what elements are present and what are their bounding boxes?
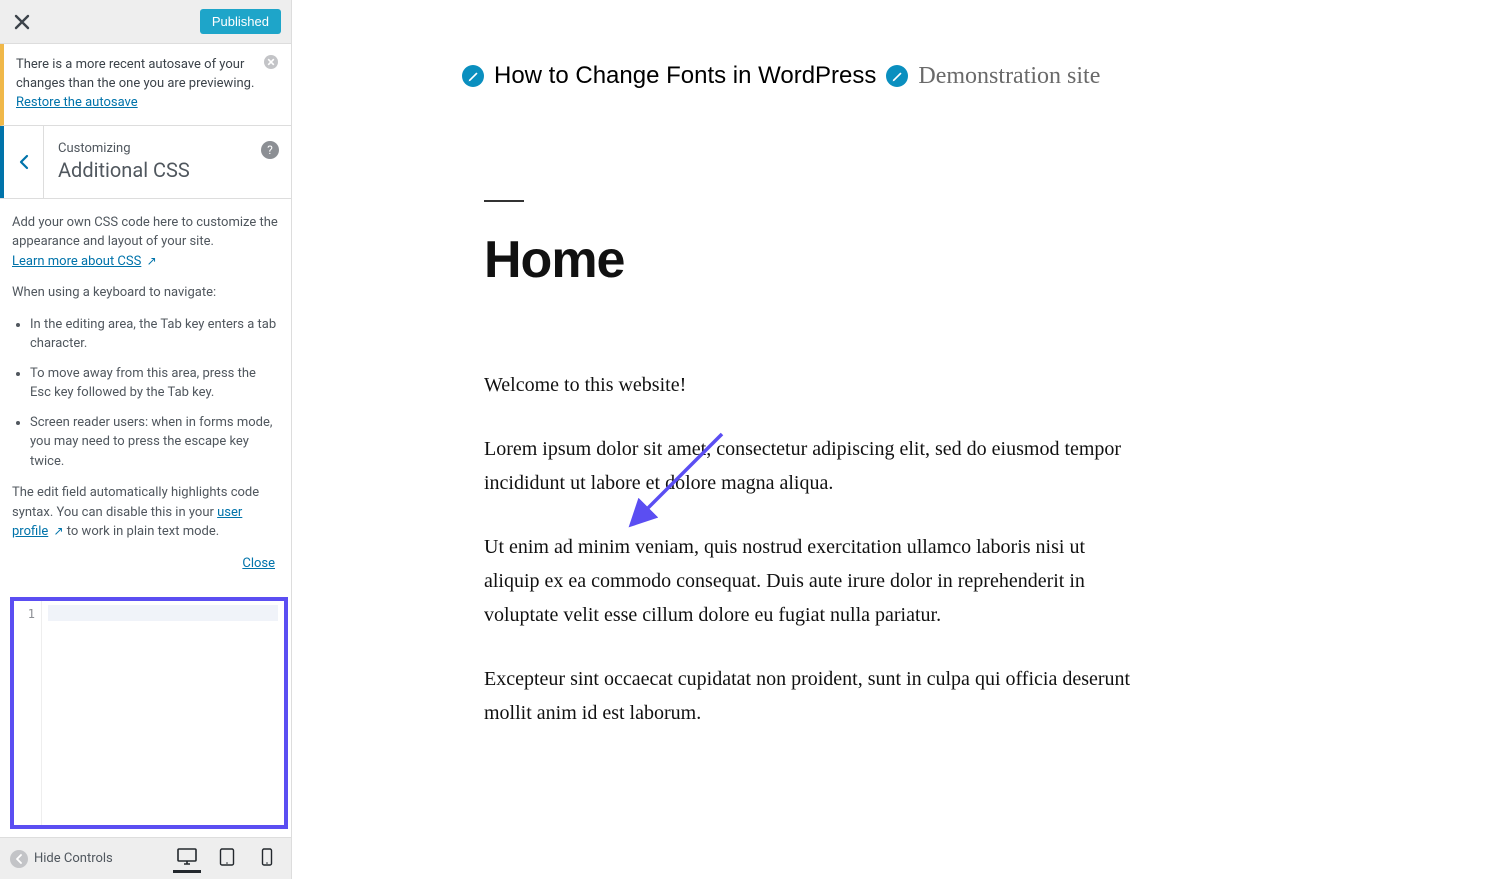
chevron-left-icon xyxy=(19,154,29,170)
sidebar-top-bar: Published xyxy=(0,0,291,44)
help-bullet: Screen reader users: when in forms mode,… xyxy=(30,413,279,472)
close-customizer-button[interactable] xyxy=(6,6,38,38)
help-toggle-button[interactable]: ? xyxy=(261,141,279,159)
back-button[interactable] xyxy=(0,126,44,198)
device-preview-toggles xyxy=(173,845,281,873)
dismiss-notice-button[interactable] xyxy=(263,54,283,74)
paragraph: Welcome to this website! xyxy=(484,368,1144,402)
help-bullet: To move away from this area, press the E… xyxy=(30,364,279,403)
site-preview: How to Change Fonts in WordPress Demonst… xyxy=(292,0,1500,879)
editor-pane[interactable] xyxy=(42,601,284,825)
section-eyebrow: Customizing xyxy=(58,141,277,156)
notice-text: There is a more recent autosave of your … xyxy=(16,57,254,91)
edit-site-tagline-button[interactable] xyxy=(886,65,908,87)
published-button[interactable]: Published xyxy=(200,9,281,34)
help-icon: ? xyxy=(267,143,273,157)
external-link-icon: ↗ xyxy=(54,524,64,538)
help-bullet-list: In the editing area, the Tab key enters … xyxy=(30,315,279,472)
paragraph: Excepteur sint occaecat cupidatat non pr… xyxy=(484,662,1144,730)
pencil-icon xyxy=(891,70,904,83)
customizer-sidebar: Published There is a more recent autosav… xyxy=(0,0,292,879)
autosave-notice: There is a more recent autosave of your … xyxy=(0,44,291,126)
page-content: Home Welcome to this website! Lorem ipsu… xyxy=(484,200,1144,730)
keyboard-intro: When using a keyboard to navigate: xyxy=(12,283,279,303)
edit-site-title-button[interactable] xyxy=(462,65,484,87)
help-body: Add your own CSS code here to customize … xyxy=(0,199,291,582)
annotation-highlight-box: 1 xyxy=(10,597,288,829)
mobile-icon xyxy=(261,848,273,866)
page-title: Home xyxy=(484,230,1144,290)
dismiss-icon xyxy=(263,54,279,70)
site-tagline[interactable]: Demonstration site xyxy=(918,63,1100,90)
mobile-preview-button[interactable] xyxy=(253,845,281,873)
pencil-icon xyxy=(467,70,480,83)
help-close-link[interactable]: Close xyxy=(242,556,275,571)
sidebar-footer: Hide Controls xyxy=(0,837,291,879)
external-link-icon: ↗ xyxy=(147,254,157,268)
restore-autosave-link[interactable]: Restore the autosave xyxy=(16,95,138,110)
editor-gutter: 1 xyxy=(14,601,42,825)
decorative-rule xyxy=(484,200,524,202)
learn-css-link[interactable]: Learn more about CSS xyxy=(12,254,141,269)
paragraph: Ut enim ad minim veniam, quis nostrud ex… xyxy=(484,530,1144,632)
desktop-icon xyxy=(177,848,197,866)
desktop-preview-button[interactable] xyxy=(173,845,201,873)
line-number: 1 xyxy=(14,605,35,621)
section-header: Customizing Additional CSS ? xyxy=(0,126,291,199)
chevron-left-icon xyxy=(10,850,28,868)
hide-controls-label: Hide Controls xyxy=(34,851,113,866)
css-editor-region: 1 xyxy=(0,597,291,829)
editor-active-line[interactable] xyxy=(48,605,278,621)
syntax-text-after: to work in plain text mode. xyxy=(67,524,219,539)
paragraph: Lorem ipsum dolor sit amet, consectetur … xyxy=(484,432,1144,500)
tablet-icon xyxy=(219,848,235,866)
help-intro-text: Add your own CSS code here to customize … xyxy=(12,215,278,250)
hide-controls-button[interactable]: Hide Controls xyxy=(10,850,113,868)
site-title[interactable]: How to Change Fonts in WordPress xyxy=(494,62,876,90)
tablet-preview-button[interactable] xyxy=(213,845,241,873)
help-bullet: In the editing area, the Tab key enters … xyxy=(30,315,279,354)
site-header: How to Change Fonts in WordPress Demonst… xyxy=(462,62,1480,90)
css-code-editor[interactable]: 1 xyxy=(14,601,284,825)
close-icon xyxy=(14,14,30,30)
section-title: Additional CSS xyxy=(58,158,277,182)
